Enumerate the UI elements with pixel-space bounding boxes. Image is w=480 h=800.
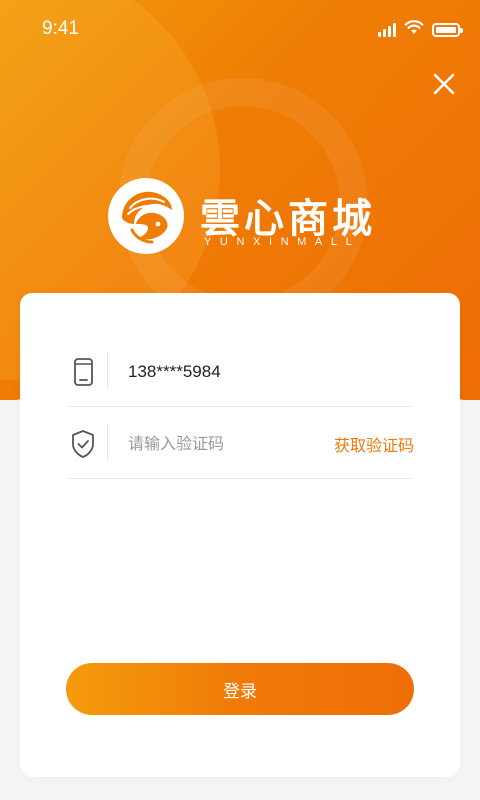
phone-input[interactable] <box>128 357 328 387</box>
cellular-signal-icon <box>378 22 396 37</box>
field-divider <box>107 425 108 461</box>
status-icons <box>378 20 463 39</box>
login-card: 获取验证码 登录 <box>20 293 460 777</box>
close-button[interactable] <box>428 68 460 100</box>
phone-icon <box>66 355 100 389</box>
get-code-button[interactable]: 获取验证码 <box>334 432 414 456</box>
wifi-icon <box>404 20 424 39</box>
status-time: 9:41 <box>42 18 79 39</box>
verification-code-input[interactable] <box>128 429 328 459</box>
brand-logo-icon <box>108 178 184 254</box>
brand-logo: 雲心商城 YUNXINMALL <box>108 178 398 258</box>
login-button[interactable]: 登录 <box>66 663 414 715</box>
brand-subtitle: YUNXINMALL <box>204 236 361 248</box>
phone-field <box>66 335 414 407</box>
status-bar: 9:41 <box>0 0 480 60</box>
close-icon <box>433 73 455 95</box>
battery-icon <box>432 22 463 37</box>
verification-code-field: 获取验证码 <box>66 407 414 479</box>
field-divider <box>107 353 108 389</box>
shield-check-icon <box>66 427 100 461</box>
